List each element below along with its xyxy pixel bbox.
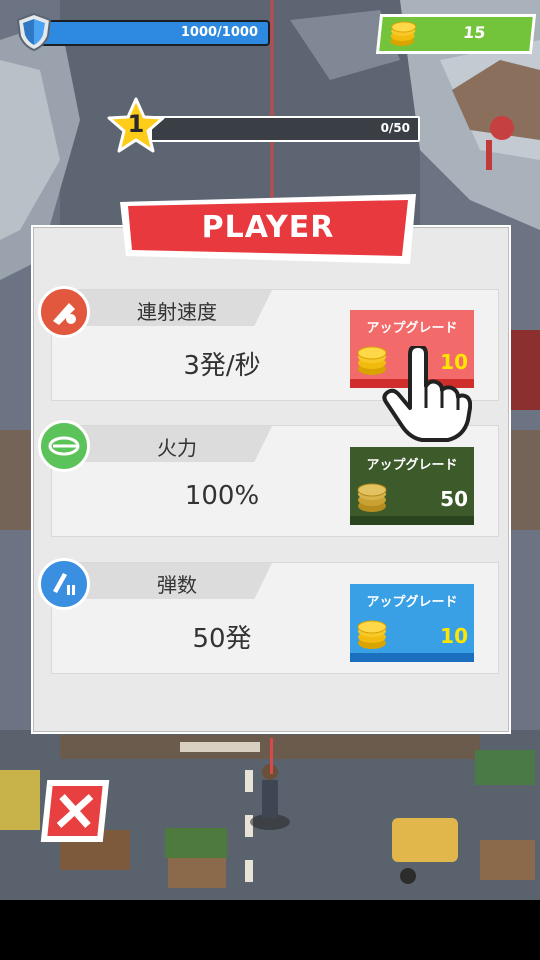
upgrade-button-ammo[interactable]: アップグレード 10: [350, 584, 474, 662]
health-bar: 1000/1000: [30, 20, 270, 46]
upgrade-price: 50: [440, 487, 468, 511]
coin-counter: 15: [375, 14, 537, 54]
upgrade-button-label: アップグレード: [366, 595, 458, 610]
upgrade-button-firepower[interactable]: アップグレード 50: [350, 447, 474, 525]
coin-stack-icon: [357, 483, 387, 512]
level-progress-text: 0/50: [380, 121, 410, 135]
tutorial-hand-pointer-icon: [382, 346, 472, 442]
coin-stack-icon: [390, 21, 417, 46]
bottom-black-bar: [0, 900, 540, 960]
stat-label: 火力: [157, 436, 197, 460]
shield-icon: [16, 12, 52, 52]
level-badge: 1: [106, 96, 166, 156]
panel-title: PLAYER: [201, 210, 335, 245]
stat-value: 3発/秒: [183, 351, 261, 381]
stat-label: 連射速度: [137, 300, 217, 324]
coin-stack-icon: [357, 620, 387, 649]
level-number: 1: [127, 110, 145, 138]
fire-rate-icon: [38, 286, 90, 338]
coin-count: 15: [462, 23, 487, 42]
ammo-icon: [38, 558, 90, 610]
close-button-face: [47, 786, 103, 836]
stat-value: 50発: [192, 624, 252, 654]
level-progress-bar: 0/50: [150, 116, 420, 142]
stat-value: 100%: [184, 481, 260, 511]
stat-label: 弾数: [157, 573, 197, 597]
close-button[interactable]: [40, 780, 110, 842]
upgrade-button-label: アップグレード: [366, 458, 458, 473]
upgrade-price: 10: [440, 624, 468, 648]
game-viewport: 1000/1000 15 0/50 1 連射速度 3発/秒 火力 100% 弾数…: [0, 0, 540, 900]
firepower-icon: [38, 420, 90, 472]
health-text: 1000/1000: [180, 25, 258, 40]
button-base-strip: [350, 653, 474, 662]
panel-title-ribbon: PLAYER: [118, 192, 418, 266]
button-base-strip: [350, 516, 474, 525]
upgrade-button-label: アップグレード: [366, 321, 458, 336]
close-icon: [56, 794, 94, 828]
